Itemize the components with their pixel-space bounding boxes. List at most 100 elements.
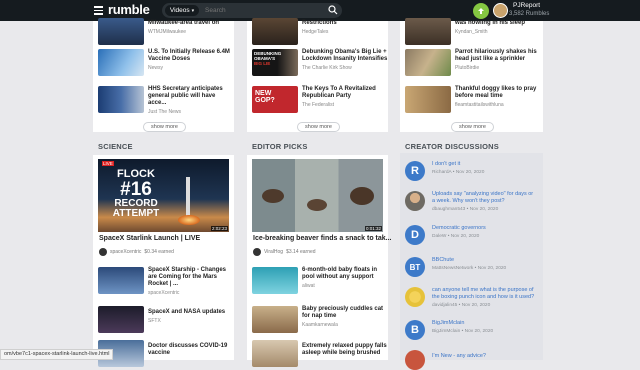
channel-name[interactable]: HedgeTales: [302, 29, 388, 35]
video-thumbnail[interactable]: [98, 49, 144, 76]
section-heading-creator-discussions[interactable]: CREATOR DISCUSSIONS: [405, 142, 499, 151]
discussion-title[interactable]: can anyone tell me what is the purpose o…: [432, 287, 537, 301]
channel-name[interactable]: Newsy: [148, 65, 234, 71]
video-thumbnail[interactable]: [98, 18, 144, 45]
discussion-avatar[interactable]: D: [405, 225, 425, 245]
search-category-select[interactable]: Videos ▾: [165, 5, 199, 16]
discussion-title[interactable]: Uploads say "analyzing video" for days o…: [432, 191, 537, 205]
discussion-avatar[interactable]: [405, 191, 425, 211]
list-item[interactable]: DEBUNKING OBAMA'S BIG LIE Debunking Obama'…: [252, 49, 388, 76]
featured-video-title[interactable]: Ice-breaking beaver finds a snack to tak…: [253, 235, 392, 242]
discussion-item[interactable]: BT BBChute MattsNewsNetwork • Nov 20, 202…: [405, 257, 537, 277]
section-heading-science[interactable]: SCIENCE: [98, 142, 133, 151]
channel-name[interactable]: fleamtastitailswithluna: [455, 102, 541, 108]
section-heading-editor-picks[interactable]: EDITOR PICKS: [252, 142, 308, 151]
list-item[interactable]: SpaceX and NASA updates SFTX: [98, 306, 234, 333]
video-thumbnail[interactable]: [252, 18, 298, 45]
channel-name[interactable]: Just The News: [148, 109, 234, 115]
video-title[interactable]: Extremely relaxed puppy falls asleep whi…: [302, 343, 388, 357]
list-item[interactable]: Extremely relaxed puppy falls asleep whi…: [252, 340, 388, 367]
discussion-user[interactable]: MattsNewsNetwork: [432, 266, 473, 271]
list-item[interactable]: SpaceX Starship - Changes are Coming for…: [98, 267, 234, 296]
discussion-avatar[interactable]: BT: [405, 257, 425, 277]
discussion-avatar[interactable]: R: [405, 161, 425, 181]
upload-button[interactable]: [473, 3, 489, 19]
video-title[interactable]: Debunking Obama's Big Lie + Lockdown Ins…: [302, 49, 388, 63]
user-name[interactable]: PJReport: [513, 2, 540, 9]
discussion-item[interactable]: D Democratic governors DaleW • Nov 20, 20…: [405, 225, 537, 245]
discussion-user[interactable]: davidjalin45: [432, 303, 457, 308]
discussion-title[interactable]: I don't get it: [432, 161, 537, 168]
discussion-item[interactable]: R I don't get it RichardA • Nov 20, 2020: [405, 161, 537, 181]
channel-name[interactable]: PlutoBirdie: [455, 65, 541, 71]
video-title[interactable]: U.S. To Initially Release 6.4M Vaccine D…: [148, 49, 234, 63]
show-more-button[interactable]: show more: [451, 122, 494, 132]
list-item[interactable]: Parrot hilariously shakes his head just …: [405, 49, 541, 76]
discussion-user[interactable]: dbaughman543: [432, 207, 465, 212]
video-thumbnail[interactable]: [252, 340, 298, 367]
discussion-user[interactable]: DaleW: [432, 234, 446, 239]
discussion-item[interactable]: Uploads say "analyzing video" for days o…: [405, 191, 537, 212]
show-more-button[interactable]: show more: [297, 122, 340, 132]
discussion-title[interactable]: I'm New - any advice?: [432, 353, 537, 360]
featured-video-title[interactable]: SpaceX Starlink Launch | LIVE: [99, 235, 200, 242]
discussion-user[interactable]: BigJimMclain: [432, 329, 460, 334]
video-title[interactable]: Parrot hilariously shakes his head just …: [455, 49, 541, 63]
channel-name[interactable]: spaceXcentric: [110, 249, 141, 255]
video-thumbnail[interactable]: [252, 306, 298, 333]
list-item[interactable]: 6-month-old baby floats in pool without …: [252, 267, 388, 294]
list-item[interactable]: Doctor discusses COVID-19 vaccine: [98, 340, 234, 367]
channel-name[interactable]: ViralHog: [264, 249, 283, 255]
video-thumbnail[interactable]: [405, 49, 451, 76]
video-title[interactable]: was howling in his sleep: [455, 20, 541, 27]
video-title[interactable]: Restrictions: [302, 20, 388, 27]
list-item[interactable]: Thankful doggy likes to pray before meal…: [405, 86, 541, 113]
channel-name[interactable]: WTMJMilwaukee: [148, 29, 234, 35]
discussion-title[interactable]: BigJimMclain: [432, 320, 537, 327]
list-item[interactable]: Baby preciously cuddles cat for nap time…: [252, 306, 388, 333]
channel-avatar[interactable]: [253, 248, 261, 256]
discussion-user[interactable]: RichardA: [432, 170, 451, 175]
featured-video-thumbnail[interactable]: 0:01:32: [252, 159, 383, 232]
discussion-item[interactable]: B BigJimMclain BigJimMclain • Nov 20, 202…: [405, 320, 537, 340]
featured-video-thumbnail[interactable]: LIVE FLOCK #16 RECORD ATTEMPT 2:02:23: [98, 159, 229, 232]
video-thumbnail[interactable]: DEBUNKING OBAMA'S BIG LIE: [252, 49, 298, 76]
channel-name[interactable]: aliwat: [302, 283, 388, 289]
discussion-title[interactable]: Democratic governors: [432, 225, 537, 232]
channel-name[interactable]: The Charlie Kirk Show: [302, 65, 388, 71]
channel-name[interactable]: spaceXcentric: [148, 290, 234, 296]
discussion-item[interactable]: I'm New - any advice?: [405, 350, 537, 370]
rumble-logo[interactable]: rumble: [108, 2, 150, 17]
video-title[interactable]: SpaceX Starship - Changes are Coming for…: [148, 267, 234, 288]
video-thumbnail[interactable]: [252, 267, 298, 294]
list-item[interactable]: U.S. To Initially Release 6.4M Vaccine D…: [98, 49, 234, 76]
show-more-button[interactable]: show more: [143, 122, 186, 132]
user-avatar[interactable]: [493, 3, 508, 18]
list-item[interactable]: NEW GOP? The Keys To A Revitalized Republ…: [252, 86, 388, 113]
search-icon[interactable]: [328, 5, 338, 15]
channel-name[interactable]: SFTX: [148, 318, 234, 324]
list-item[interactable]: Milwaukee-area travel on WTMJMilwaukee: [98, 18, 234, 45]
channel-name[interactable]: The Federalist: [302, 102, 388, 108]
discussion-avatar[interactable]: [405, 287, 425, 307]
discussion-avatar[interactable]: [405, 350, 425, 370]
list-item[interactable]: HHS Secretary anticipates general public…: [98, 86, 234, 115]
discussion-item[interactable]: can anyone tell me what is the purpose o…: [405, 287, 537, 308]
list-item[interactable]: Restrictions HedgeTales: [252, 18, 388, 45]
video-title[interactable]: HHS Secretary anticipates general public…: [148, 86, 234, 107]
list-item[interactable]: was howling in his sleep Kyndan_Smith: [405, 18, 541, 45]
menu-icon[interactable]: [94, 6, 103, 15]
video-title[interactable]: The Keys To A Revitalized Republican Par…: [302, 86, 388, 100]
video-title[interactable]: Milwaukee-area travel on: [148, 20, 234, 27]
discussion-title[interactable]: BBChute: [432, 257, 537, 264]
video-title[interactable]: Baby preciously cuddles cat for nap time: [302, 306, 388, 320]
video-thumbnail[interactable]: [98, 267, 144, 294]
search-input[interactable]: [205, 7, 315, 14]
video-title[interactable]: Doctor discusses COVID-19 vaccine: [148, 343, 234, 357]
video-title[interactable]: SpaceX and NASA updates: [148, 309, 234, 316]
channel-avatar[interactable]: [99, 248, 107, 256]
video-thumbnail[interactable]: [405, 18, 451, 45]
channel-name[interactable]: Kaamkarnewala: [302, 322, 388, 328]
discussion-avatar[interactable]: B: [405, 320, 425, 340]
video-title[interactable]: 6-month-old baby floats in pool without …: [302, 267, 388, 281]
